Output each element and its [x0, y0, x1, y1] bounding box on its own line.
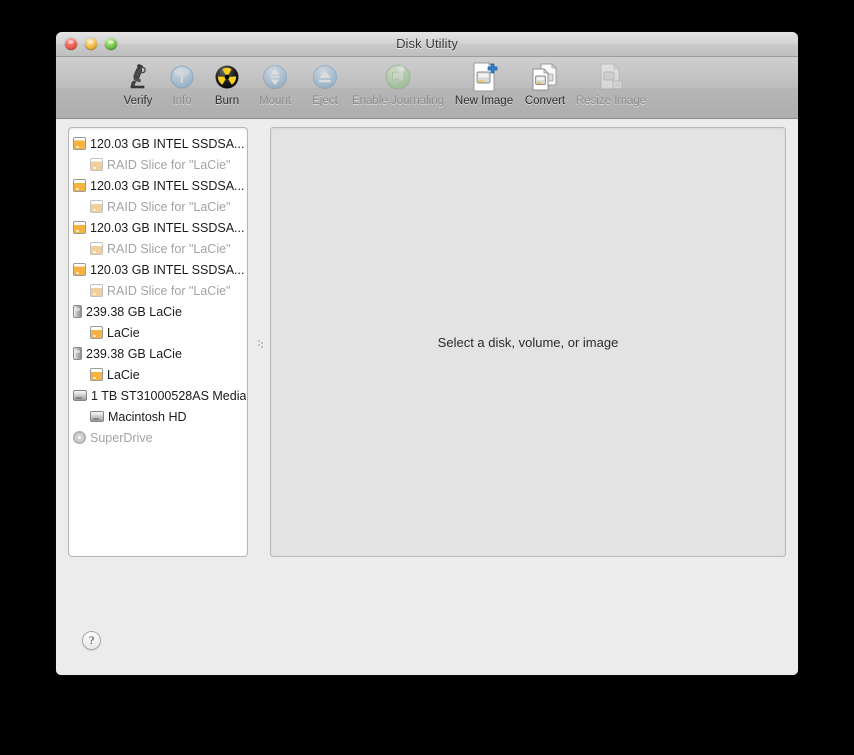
device-list-item-label: RAID Slice for "LaCie": [107, 283, 231, 298]
device-list-item-label: Macintosh HD: [108, 409, 187, 424]
toolbar-label-mount: Mount: [259, 95, 291, 107]
resize-image-icon: [595, 60, 627, 94]
svg-text:i: i: [180, 72, 184, 87]
device-list-item-label: RAID Slice for "LaCie": [107, 241, 231, 256]
volume-icon: [73, 179, 86, 192]
device-list[interactable]: 120.03 GB INTEL SSDSA... RAID Slice for "…: [68, 127, 248, 557]
volume-icon: [90, 200, 103, 213]
device-list-item-label: 120.03 GB INTEL SSDSA...: [90, 136, 245, 151]
device-list-item[interactable]: 120.03 GB INTEL SSDSA...: [69, 133, 247, 154]
mount-icon: [261, 60, 289, 94]
help-button[interactable]: ?: [82, 631, 101, 650]
new-image-icon: [469, 60, 499, 94]
volume-icon: [90, 284, 103, 297]
device-list-item[interactable]: SuperDrive: [69, 427, 247, 448]
toolbar: Verify i Info Burn Mount Eject Enable Jo…: [56, 57, 798, 119]
device-list-item[interactable]: 239.38 GB LaCie: [69, 343, 247, 364]
device-list-item-label: SuperDrive: [90, 430, 153, 445]
toolbar-label-convert: Convert: [524, 95, 566, 107]
info-icon: i: [168, 60, 196, 94]
device-list-item[interactable]: RAID Slice for "LaCie": [69, 280, 247, 301]
device-list-item[interactable]: 120.03 GB INTEL SSDSA...: [69, 175, 247, 196]
toolbar-label-resize-image: Resize Image: [575, 95, 647, 107]
device-list-item[interactable]: Macintosh HD: [69, 406, 247, 427]
toolbar-label-verify: Verify: [123, 95, 153, 107]
volume-icon: [73, 221, 86, 234]
device-list-item-label: LaCie: [107, 325, 140, 340]
toolbar-label-eject: Eject: [312, 95, 338, 107]
device-list-item[interactable]: RAID Slice for "LaCie": [69, 238, 247, 259]
toolbar-label-new-image: New Image: [454, 95, 514, 107]
volume-icon: [73, 137, 86, 150]
device-list-body: 120.03 GB INTEL SSDSA... RAID Slice for "…: [69, 128, 247, 448]
device-list-item-label: 120.03 GB INTEL SSDSA...: [90, 178, 245, 193]
device-list-item[interactable]: LaCie: [69, 322, 247, 343]
device-list-item-label: 1 TB ST31000528AS Media: [91, 388, 247, 403]
disk-utility-window: Disk Utility Verify i Info Burn Mount Ej…: [56, 32, 798, 675]
device-list-item[interactable]: 120.03 GB INTEL SSDSA...: [69, 217, 247, 238]
hard-disk-icon: [73, 390, 87, 401]
burn-icon: [213, 60, 241, 94]
device-list-item-label: 120.03 GB INTEL SSDSA...: [90, 220, 245, 235]
desktop-background: Disk Utility Verify i Info Burn Mount Ej…: [0, 0, 854, 755]
volume-icon: [90, 158, 103, 171]
device-list-item-label: LaCie: [107, 367, 140, 382]
device-list-item[interactable]: 120.03 GB INTEL SSDSA...: [69, 259, 247, 280]
device-list-item[interactable]: 1 TB ST31000528AS Media: [69, 385, 247, 406]
device-list-item[interactable]: 239.38 GB LaCie: [69, 301, 247, 322]
device-list-item-label: 120.03 GB INTEL SSDSA...: [90, 262, 245, 277]
volume-icon: [90, 242, 103, 255]
convert-icon: [529, 60, 561, 94]
journaling-icon: [383, 60, 413, 94]
external-drive-icon: [73, 347, 82, 360]
eject-icon: [311, 60, 339, 94]
device-list-item-label: 239.38 GB LaCie: [86, 304, 182, 319]
window-content: 120.03 GB INTEL SSDSA... RAID Slice for "…: [56, 119, 798, 675]
device-list-item[interactable]: RAID Slice for "LaCie": [69, 196, 247, 217]
split-view-divider-handle[interactable]: [258, 335, 265, 348]
detail-placeholder-text: Select a disk, volume, or image: [437, 334, 619, 350]
toolbar-label-enable-journaling: Enable Journaling: [351, 95, 445, 107]
volume-icon: [73, 263, 86, 276]
detail-panel: Select a disk, volume, or image: [270, 127, 786, 557]
volume-icon: [90, 368, 103, 381]
volume-icon: [90, 326, 103, 339]
device-list-item[interactable]: LaCie: [69, 364, 247, 385]
toolbar-label-burn: Burn: [214, 95, 240, 107]
hard-disk-icon: [90, 411, 104, 422]
window-title: Disk Utility: [396, 36, 458, 51]
device-list-item-label: RAID Slice for "LaCie": [107, 157, 231, 172]
external-drive-icon: [73, 305, 82, 318]
window-titlebar[interactable]: Disk Utility: [56, 32, 798, 57]
microscope-icon: [123, 60, 153, 94]
device-list-item[interactable]: RAID Slice for "LaCie": [69, 154, 247, 175]
device-list-item-label: 239.38 GB LaCie: [86, 346, 182, 361]
toolbar-label-info: Info: [172, 95, 192, 107]
device-list-item-label: RAID Slice for "LaCie": [107, 199, 231, 214]
optical-disc-icon: [73, 431, 86, 444]
